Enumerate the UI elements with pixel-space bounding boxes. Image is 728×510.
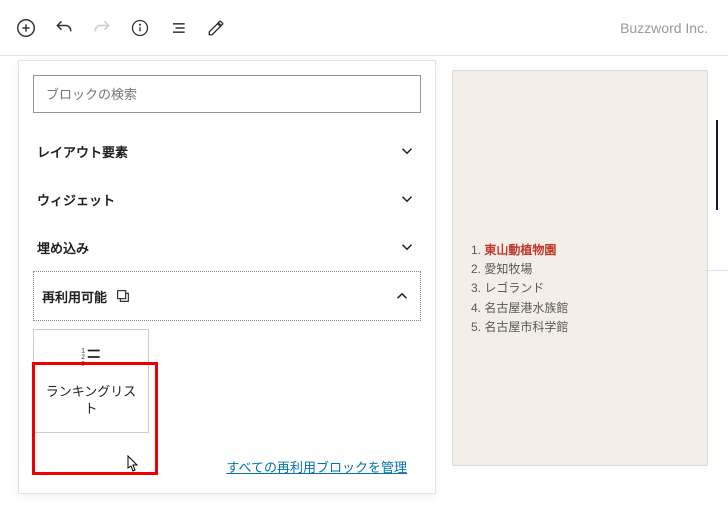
toolbar-left bbox=[8, 10, 234, 46]
category-widgets[interactable]: ウィジェット bbox=[33, 175, 421, 223]
list-icon bbox=[168, 18, 188, 38]
category-layout-elements[interactable]: レイアウト要素 bbox=[33, 127, 421, 175]
add-block-button[interactable] bbox=[8, 10, 44, 46]
category-label: 再利用可能 bbox=[42, 287, 107, 306]
category-label: レイアウト要素 bbox=[37, 142, 128, 161]
toolbar: Buzzword Inc. bbox=[0, 0, 728, 56]
list-item: 名古屋市科学館 bbox=[471, 318, 689, 337]
chevron-down-icon bbox=[397, 237, 417, 257]
svg-text:3: 3 bbox=[81, 361, 85, 368]
redo-button[interactable] bbox=[84, 10, 120, 46]
preview-panel: 東山動植物園 愛知牧場 レゴランド 名古屋港水族館 名古屋市科学館 bbox=[436, 56, 728, 510]
category-reusable[interactable]: 再利用可能 bbox=[33, 271, 421, 321]
undo-icon bbox=[54, 18, 74, 38]
preview-ranking-list: 東山動植物園 愛知牧場 レゴランド 名古屋港水族館 名古屋市科学館 bbox=[471, 241, 689, 337]
manage-reusable-link-row: すべての再利用ブロックを管理 bbox=[33, 441, 421, 485]
edit-button[interactable] bbox=[198, 10, 234, 46]
manage-reusable-link[interactable]: すべての再利用ブロックを管理 bbox=[226, 460, 407, 475]
redo-icon bbox=[92, 18, 112, 38]
reusable-block-grid: 123 ランキングリスト bbox=[33, 321, 421, 441]
info-button[interactable] bbox=[122, 10, 158, 46]
info-icon bbox=[130, 18, 150, 38]
outline-button[interactable] bbox=[160, 10, 196, 46]
list-item: 名古屋港水族館 bbox=[471, 299, 689, 318]
category-label: ウィジェット bbox=[37, 190, 115, 209]
search-input[interactable] bbox=[33, 75, 421, 113]
category-scroll[interactable]: レイアウト要素 ウィジェット 埋め込み 再利用可能 bbox=[19, 127, 435, 493]
chevron-up-icon bbox=[392, 286, 412, 306]
preview-document: 東山動植物園 愛知牧場 レゴランド 名古屋港水族館 名古屋市科学館 bbox=[452, 70, 708, 466]
reusable-block-ranking-list[interactable]: 123 ランキングリスト bbox=[33, 329, 149, 433]
list-item: 東山動植物園 bbox=[471, 241, 689, 260]
block-label: ランキングリスト bbox=[34, 384, 148, 418]
pencil-icon bbox=[207, 19, 225, 37]
list-item: レゴランド bbox=[471, 279, 689, 298]
side-decoration bbox=[716, 120, 728, 210]
plus-circle-icon bbox=[15, 17, 37, 39]
block-inserter-panel: レイアウト要素 ウィジェット 埋め込み 再利用可能 bbox=[18, 60, 436, 494]
content-area: レイアウト要素 ウィジェット 埋め込み 再利用可能 bbox=[0, 56, 728, 510]
ordered-list-icon: 123 bbox=[78, 344, 104, 370]
side-border bbox=[704, 270, 728, 271]
category-embeds[interactable]: 埋め込み bbox=[33, 223, 421, 271]
chevron-down-icon bbox=[397, 189, 417, 209]
chevron-down-icon bbox=[397, 141, 417, 161]
reusable-icon bbox=[115, 288, 131, 304]
list-item: 愛知牧場 bbox=[471, 260, 689, 279]
brand-label: Buzzword Inc. bbox=[620, 20, 720, 36]
category-label: 埋め込み bbox=[37, 238, 89, 257]
undo-button[interactable] bbox=[46, 10, 82, 46]
